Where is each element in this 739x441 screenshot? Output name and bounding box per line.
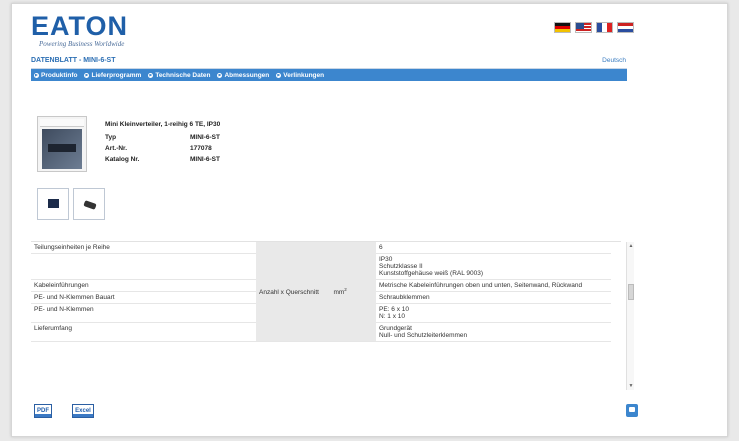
- product-info: Mini Kleinverteiler, 1-reihig 6 TE, IP30…: [105, 121, 220, 167]
- us-flag-icon[interactable]: [575, 22, 592, 33]
- spec-label: Kabeleinführungen: [31, 279, 256, 292]
- enclosure-slot: [48, 144, 76, 152]
- info-key: Katalog Nr.: [105, 156, 140, 163]
- accessory-thumb-icon: [83, 200, 97, 210]
- info-row-typ: Typ MINI-6-ST: [105, 134, 220, 145]
- spec-label: Lieferumfang: [31, 322, 256, 342]
- pdf-button[interactable]: PDF: [34, 404, 52, 418]
- spec-label: Teilungseinheiten je Reihe: [31, 242, 256, 254]
- nav-bullet-icon: [217, 72, 223, 78]
- spec-table: Teilungseinheiten je Reihe Anzahl x Quer…: [31, 242, 611, 342]
- spec-scrollbar[interactable]: ▲ ▼: [626, 242, 634, 390]
- spec-value: Schraubklemmen: [376, 291, 611, 304]
- scroll-down-icon[interactable]: ▼: [628, 383, 634, 389]
- info-row-art-nr: Art.-Nr. 177078: [105, 145, 220, 156]
- info-key: Typ: [105, 134, 117, 141]
- spec-merged-unit: mm: [333, 289, 345, 297]
- enclosure-thumb-icon: [48, 199, 59, 208]
- nav-item-technische-daten[interactable]: Technische Daten: [148, 72, 210, 79]
- thumbnail-accessory[interactable]: [73, 188, 105, 220]
- nav-item-produktinfo[interactable]: Produktinfo: [34, 72, 77, 79]
- nav-item-abmessungen[interactable]: Abmessungen: [217, 72, 269, 79]
- spec-value: Grundgerät Null- und Schutzleiterklemmen: [376, 322, 611, 342]
- scroll-up-icon[interactable]: ▲: [628, 243, 634, 249]
- logo-tagline: Powering Business Worldwide: [39, 40, 125, 48]
- nl-flag-icon[interactable]: [617, 22, 634, 33]
- nav-item-verlinkungen[interactable]: Verlinkungen: [276, 72, 324, 79]
- spec-value: 6: [376, 242, 611, 254]
- nav-label: Lieferprogramm: [91, 71, 142, 79]
- title-bar: DATENBLATT - MINI-6-ST Deutsch: [31, 56, 627, 69]
- language-label[interactable]: Deutsch: [602, 57, 626, 64]
- excel-button[interactable]: Excel: [72, 404, 94, 418]
- nav-bullet-icon: [276, 72, 282, 78]
- spec-value: PE: 6 x 10 N: 1 x 10: [376, 303, 611, 323]
- page-title: DATENBLATT - MINI-6-ST: [31, 57, 116, 64]
- datasheet-page: EATON Powering Business Worldwide DATENB…: [11, 3, 728, 437]
- logo-wordmark: EATON: [31, 11, 129, 41]
- nav-bullet-icon: [34, 72, 39, 78]
- nav-bullet-icon: [148, 72, 154, 78]
- table-row: Teilungseinheiten je Reihe Anzahl x Quer…: [31, 242, 611, 342]
- info-value: MINI-6-ST: [190, 134, 220, 141]
- info-value: 177078: [190, 145, 212, 152]
- spec-label: [31, 253, 256, 280]
- spec-label: PE- und N-Klemmen: [31, 303, 256, 323]
- nav-bullet-icon: [84, 72, 90, 78]
- nav-label: Produktinfo: [41, 71, 78, 79]
- info-value: MINI-6-ST: [190, 156, 220, 163]
- de-flag-icon[interactable]: [554, 22, 571, 33]
- fr-flag-icon[interactable]: [596, 22, 613, 33]
- spec-merged-cell: Anzahl x Querschnitt mm2: [256, 242, 376, 342]
- spec-label: PE- und N-Klemmen Bauart: [31, 291, 256, 304]
- nav-item-lieferprogramm[interactable]: Lieferprogramm: [84, 72, 141, 79]
- eaton-logo[interactable]: EATON Powering Business Worldwide: [31, 11, 129, 49]
- spec-merged-label: Anzahl x Querschnitt: [259, 289, 319, 297]
- nav-label: Verlinkungen: [283, 71, 325, 79]
- enclosure-top: [40, 119, 84, 127]
- nav-label: Technische Daten: [155, 71, 211, 79]
- language-flags: [554, 22, 634, 33]
- nav-label: Abmessungen: [224, 71, 270, 79]
- product-title: Mini Kleinverteiler, 1-reihig 6 TE, IP30: [105, 121, 221, 128]
- spec-value: Metrische Kabeleinführungen oben und unt…: [376, 279, 611, 292]
- product-image: [37, 116, 92, 174]
- info-row-katalog-nr: Katalog Nr. MINI-6-ST: [105, 156, 220, 167]
- info-key: Art.-Nr.: [105, 145, 128, 152]
- spec-value: IP30 Schutzklasse II Kunststoffgehäuse w…: [376, 253, 611, 280]
- thumbnail-product-front[interactable]: [37, 188, 69, 220]
- enclosure-body: [37, 116, 87, 172]
- spec-table-container: Teilungseinheiten je Reihe Anzahl x Quer…: [31, 241, 621, 389]
- feedback-icon[interactable]: [626, 404, 638, 417]
- spec-merged-unit-sup: 2: [344, 286, 347, 292]
- nav-bar: Produktinfo Lieferprogramm Technische Da…: [31, 69, 627, 81]
- scroll-thumb[interactable]: [628, 284, 634, 300]
